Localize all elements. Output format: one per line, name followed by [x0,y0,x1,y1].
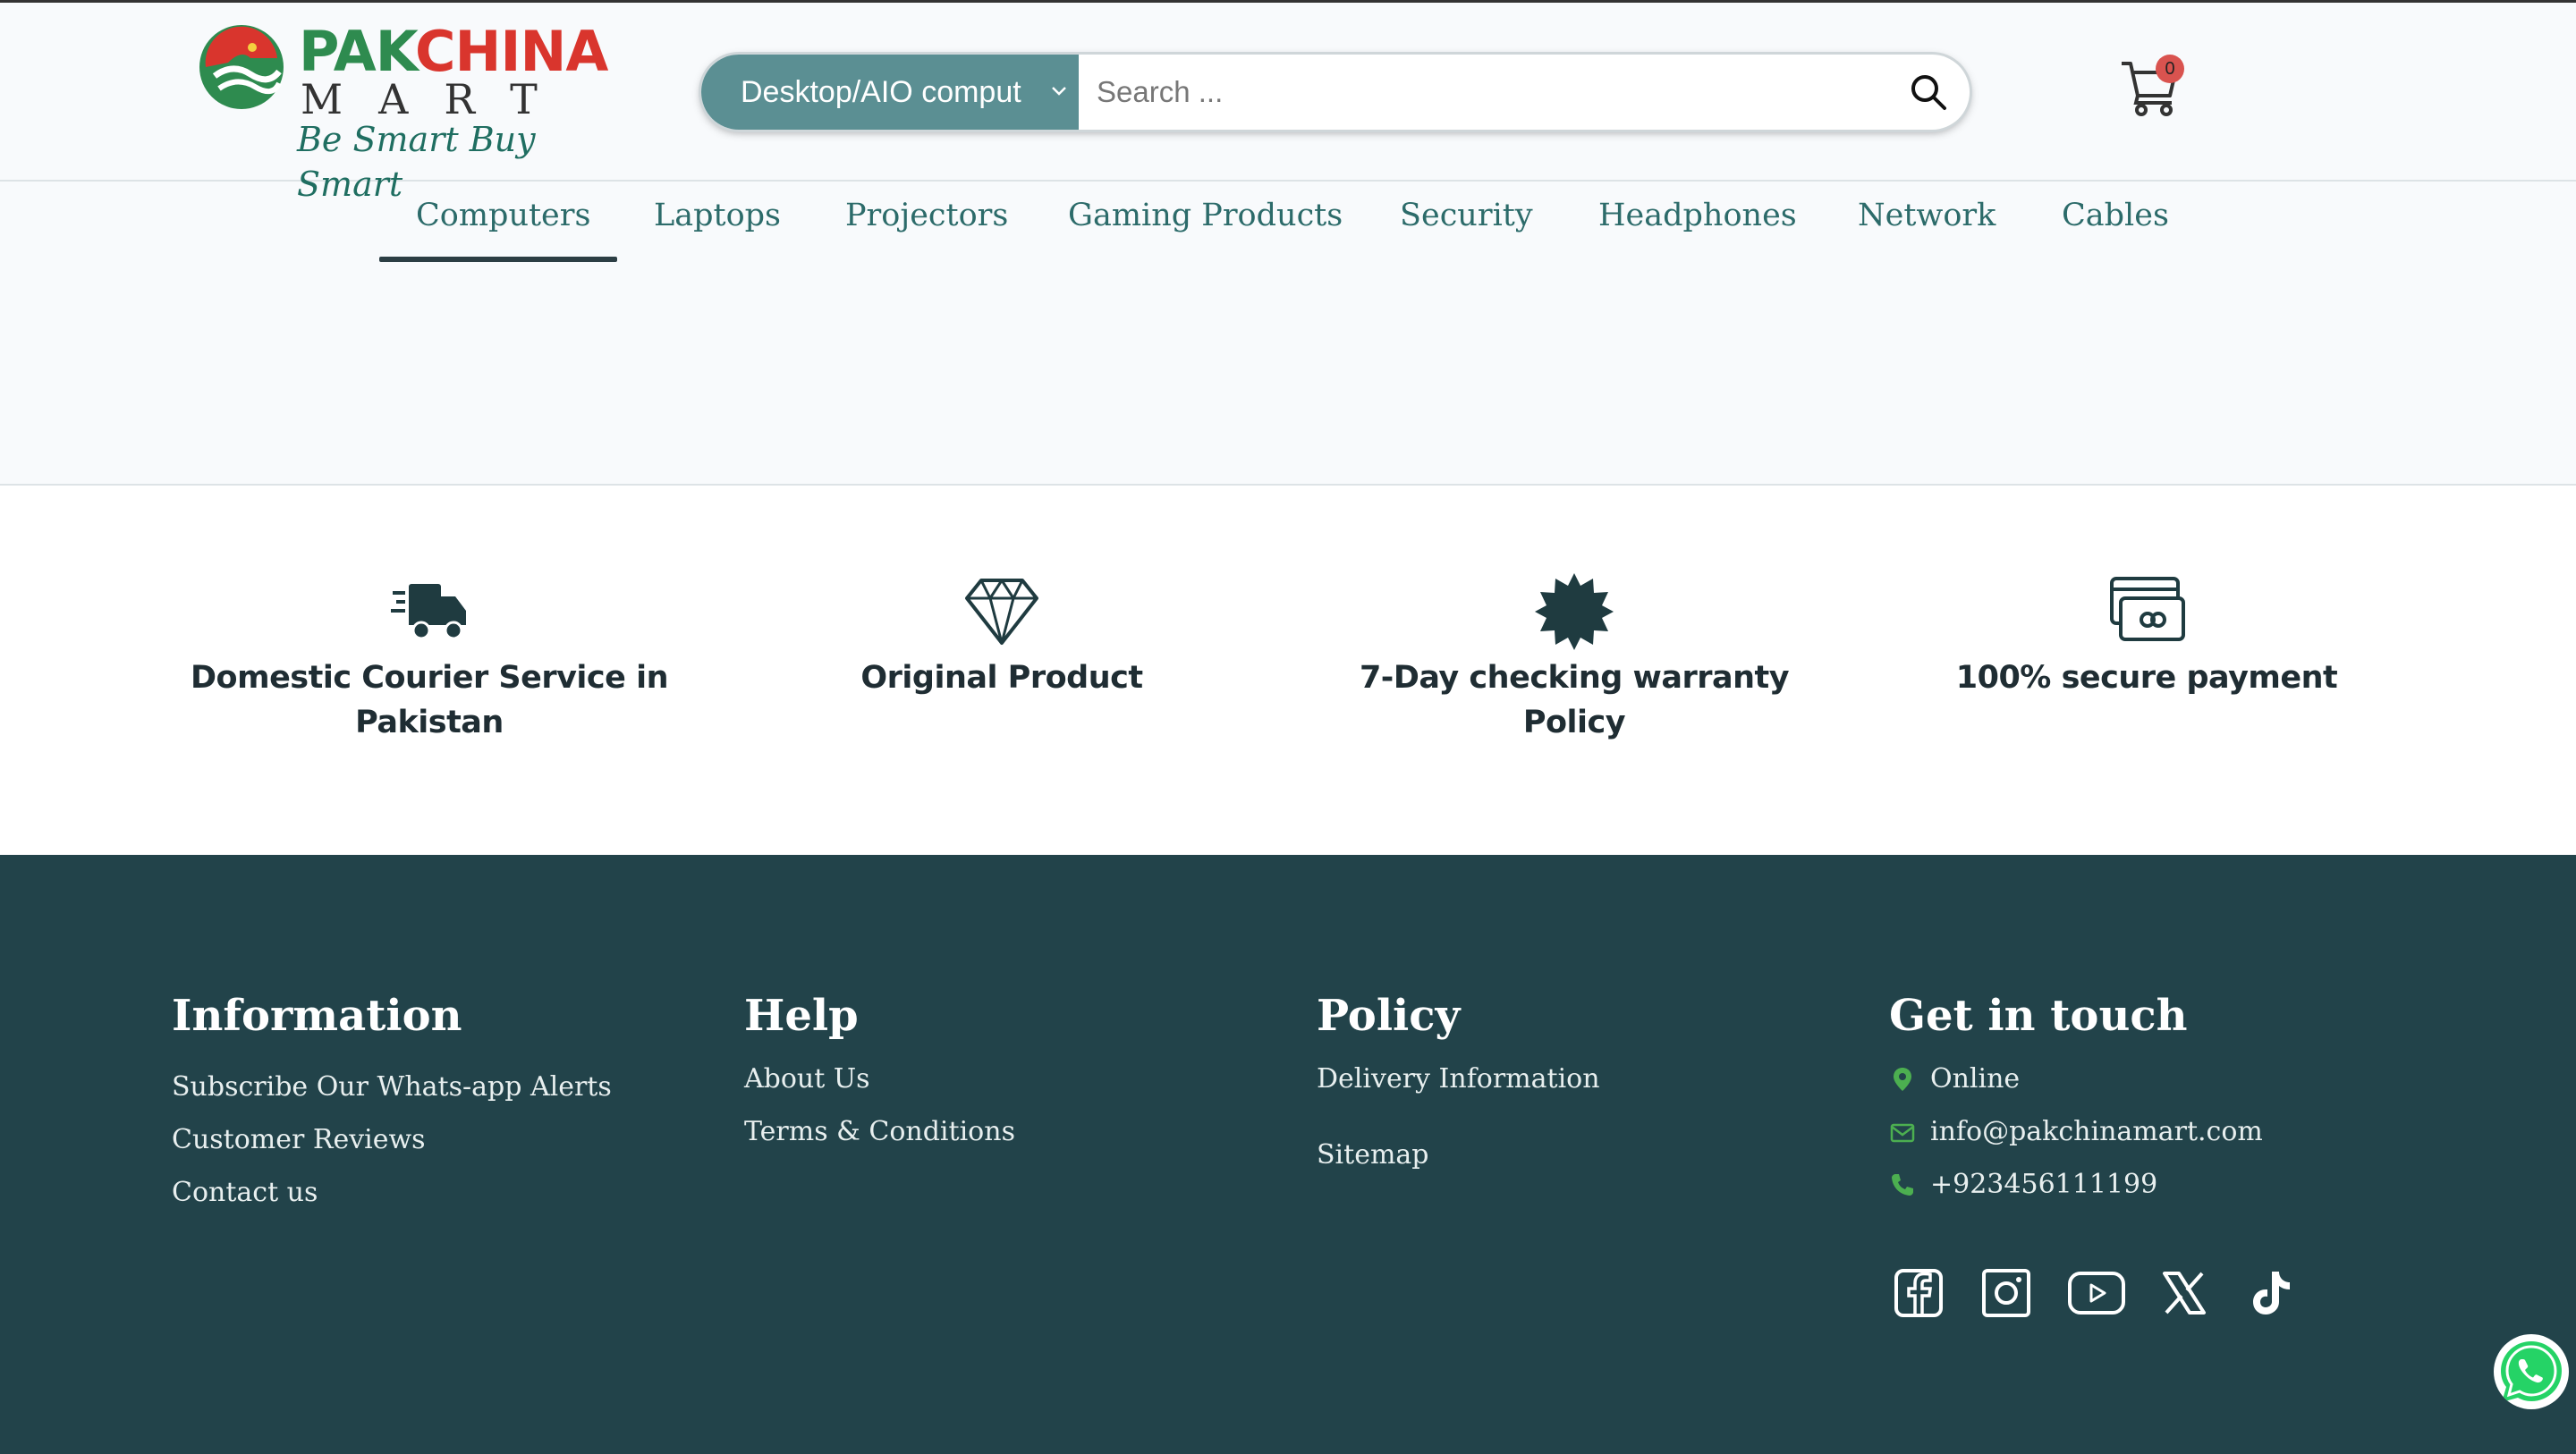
search-bar: Desktop/AIO comput [701,55,1970,130]
footer-link-sitemap[interactable]: Sitemap [1317,1139,1429,1171]
feature-text: 100% secure payment [1955,660,2338,696]
contact-email[interactable]: info@pakchinamart.com [1889,1116,2263,1147]
footer-heading: Get in touch [1889,991,2188,1041]
instagram-icon[interactable] [1979,1266,2033,1320]
nav-item-headphones[interactable]: Headphones [1598,198,1797,233]
youtube-icon[interactable] [2067,1266,2126,1320]
phone-icon [1892,1173,1913,1196]
search-input[interactable] [1080,55,1885,130]
location-pin-icon [1894,1067,1911,1091]
features-strip: Domestic Courier Service in Pakistan Ori… [0,486,2576,855]
footer-column-policy: Policy Delivery Information Sitemap [1317,989,1818,1257]
site-header: PAKCHINA MART Be Smart Buy Smart Desktop… [0,3,2576,204]
x-icon[interactable] [2157,1266,2211,1320]
feature-text: Domestic Courier Service in Pakistan [191,660,669,740]
footer-link-delivery-information[interactable]: Delivery Information [1317,1063,1600,1095]
category-select[interactable]: Desktop/AIO comput [701,55,1079,130]
whatsapp-chat-icon[interactable] [2494,1334,2569,1409]
feature-item: 100% secure payment [1878,571,2415,700]
footer-link-about-us[interactable]: About Us [744,1063,870,1095]
nav-item-gaming-products[interactable]: Gaming Products [1068,198,1343,233]
footer-link-customer-reviews[interactable]: Customer Reviews [172,1124,426,1155]
feature-text: 7-Day checking warranty Policy [1359,660,1790,740]
contact-location-text: Online [1930,1063,2021,1095]
email-icon [1890,1123,1915,1142]
nav-item-cables[interactable]: Cables [2062,198,2169,233]
nav-item-security[interactable]: Security [1400,198,1533,233]
nav-item-computers[interactable]: Computers [416,198,590,233]
nav-active-indicator [379,257,617,262]
footer-link-contact-us[interactable]: Contact us [172,1177,318,1208]
feature-item: Original Product [733,571,1270,700]
site-footer: Information Subscribe Our Whats-app Aler… [0,855,2576,1454]
feature-item: 7-Day checking warranty Policy [1306,571,1843,745]
nav-item-projectors[interactable]: Projectors [845,198,1008,233]
facebook-icon[interactable] [1892,1266,1945,1320]
footer-link-whatsapp-alerts[interactable]: Subscribe Our Whats-app Alerts [172,1071,612,1103]
search-icon[interactable] [1907,71,1950,114]
footer-column-help: Help About Us Terms & Conditions [744,989,1245,1257]
logo-mark-icon [199,25,284,109]
logo[interactable]: PAKCHINA MART Be Smart Buy Smart [197,21,608,204]
contact-email-text: info@pakchinamart.com [1930,1116,2263,1147]
diamond-icon [965,579,1038,645]
nav-item-laptops[interactable]: Laptops [654,198,781,233]
tiktok-icon[interactable] [2245,1266,2299,1320]
contact-location: Online [1889,1063,2020,1095]
cart-count-badge: 0 [2156,55,2184,83]
footer-link-terms[interactable]: Terms & Conditions [744,1116,1015,1147]
feature-text: Original Product [860,660,1143,696]
contact-phone[interactable]: +923456111199 [1889,1169,2157,1200]
delivery-truck-icon [391,584,466,640]
secure-card-icon [2110,577,2185,641]
category-select-value: Desktop/AIO comput [741,74,1021,109]
feature-item: Domestic Courier Service in Pakistan [161,571,698,745]
category-nav: Computers Laptops Projectors Gaming Prod… [0,182,2576,262]
chevron-down-icon [1052,87,1066,96]
nav-item-network[interactable]: Network [1858,198,1996,233]
contact-phone-text: +923456111199 [1930,1169,2158,1200]
footer-heading: Information [172,991,462,1041]
badge-icon [1535,573,1614,650]
footer-heading: Policy [1317,991,1461,1041]
footer-column-information: Information Subscribe Our Whats-app Aler… [172,989,673,1257]
footer-heading: Help [744,991,859,1041]
